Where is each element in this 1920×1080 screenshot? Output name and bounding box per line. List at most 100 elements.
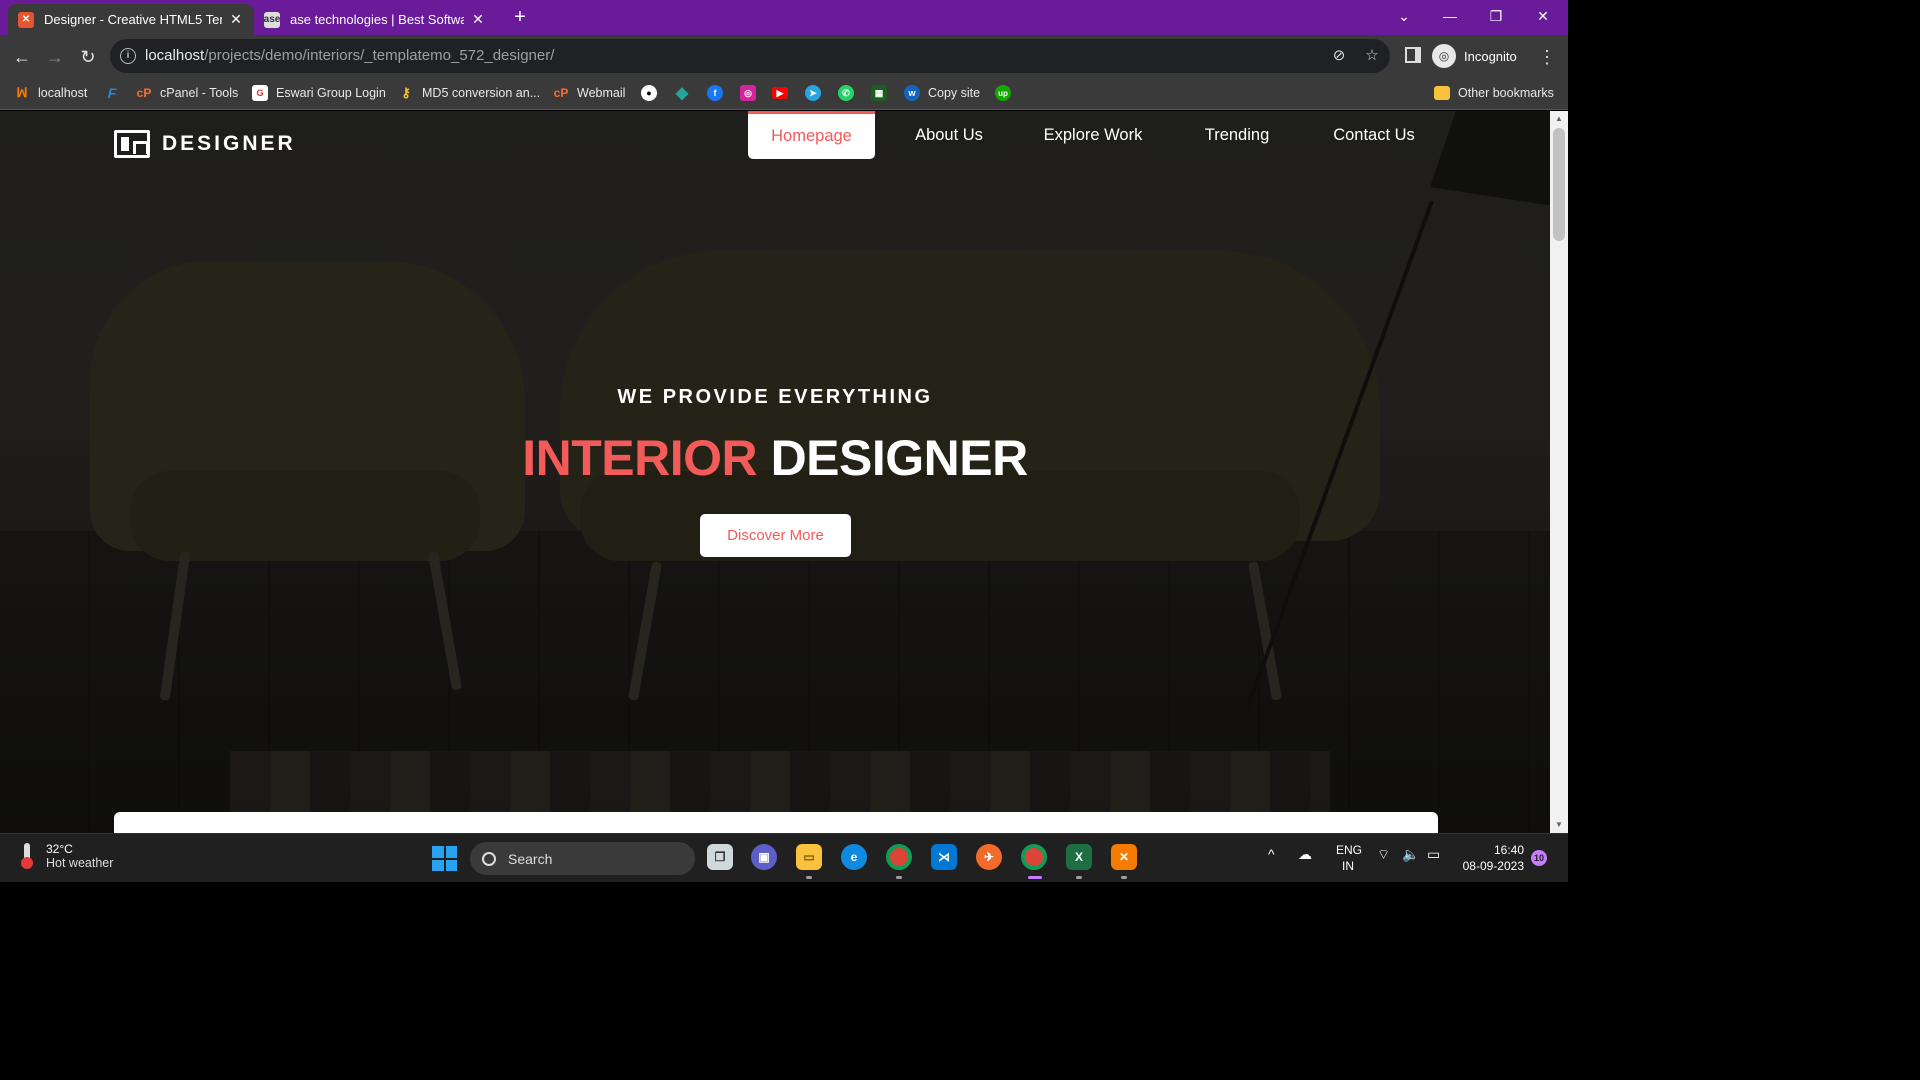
tab-designer[interactable]: ✕ Designer - Creative HTML5 Temp ✕ bbox=[8, 4, 254, 35]
system-clock[interactable]: 16:40 08-09-2023 bbox=[1460, 842, 1524, 874]
side-panel-icon[interactable] bbox=[1405, 47, 1421, 63]
browser-titlebar: ✕ Designer - Creative HTML5 Temp ✕ ase a… bbox=[0, 0, 1568, 35]
language-indicator[interactable]: ENG IN bbox=[1336, 842, 1362, 874]
page-scrollbar[interactable]: ▲ ▼ bbox=[1550, 111, 1568, 833]
forward-button[interactable]: → bbox=[41, 43, 69, 71]
thermometer-icon bbox=[20, 843, 34, 869]
github-icon: ● bbox=[641, 85, 657, 101]
bookmark-sheet[interactable]: ▦ bbox=[871, 83, 887, 103]
minimize-button[interactable]: — bbox=[1427, 0, 1473, 35]
notification-badge[interactable]: 10 bbox=[1531, 850, 1547, 866]
nav-about-us[interactable]: About Us bbox=[898, 111, 1000, 159]
close-window-button[interactable]: ✕ bbox=[1520, 0, 1566, 35]
bookmark-telegram[interactable]: ➤ bbox=[805, 83, 821, 103]
bookmark-copy-site[interactable]: w Copy site bbox=[904, 83, 980, 103]
scroll-up-arrow-icon[interactable]: ▲ bbox=[1550, 111, 1568, 127]
bookmark-localhost[interactable]: ꟽ localhost bbox=[14, 83, 87, 103]
logo-text: DESIGNER bbox=[162, 132, 296, 155]
tab-title: Designer - Creative HTML5 Temp bbox=[44, 12, 222, 27]
nav-explore-work[interactable]: Explore Work bbox=[1030, 111, 1156, 159]
volume-icon[interactable]: 🔈 bbox=[1402, 846, 1419, 863]
onedrive-cloud-icon[interactable]: ☁ bbox=[1298, 846, 1312, 863]
incognito-profile-button[interactable]: ◎ Incognito bbox=[1432, 42, 1517, 70]
nav-contact-us[interactable]: Contact Us bbox=[1318, 111, 1430, 159]
bookmark-label: MD5 conversion an... bbox=[422, 86, 541, 100]
postman-icon[interactable]: ✈ bbox=[976, 844, 1002, 870]
bookmark-f[interactable]: F bbox=[104, 83, 120, 103]
bookmark-star-icon[interactable]: ☆ bbox=[1362, 46, 1382, 66]
bookmark-md5-conversion[interactable]: ⚷ MD5 conversion an... bbox=[398, 83, 540, 103]
bookmark-eswari-group-login[interactable]: G Eswari Group Login bbox=[252, 83, 386, 103]
bookmark-instagram[interactable]: ◎ bbox=[740, 83, 756, 103]
new-tab-button[interactable]: + bbox=[508, 5, 532, 29]
close-tab-icon[interactable]: ✕ bbox=[228, 11, 244, 28]
excel-icon[interactable]: X bbox=[1066, 844, 1092, 870]
xampp-icon[interactable]: ✕ bbox=[1111, 844, 1137, 870]
vscode-icon[interactable]: ⋊ bbox=[931, 844, 957, 870]
weather-widget[interactable]: 32°C Hot weather bbox=[20, 842, 113, 870]
bookmark-upwork[interactable]: up bbox=[995, 83, 1011, 103]
nav-trending[interactable]: Trending bbox=[1190, 111, 1284, 159]
telegram-icon: ➤ bbox=[805, 85, 821, 101]
hero-title-rest: DESIGNER bbox=[770, 430, 1029, 486]
eye-off-icon[interactable]: ⊘ bbox=[1329, 46, 1349, 66]
hero-subtitle: WE PROVIDE EVERYTHING bbox=[617, 386, 933, 408]
close-tab-icon[interactable]: ✕ bbox=[470, 11, 486, 28]
edge-icon[interactable]: e bbox=[841, 844, 867, 870]
site-info-icon[interactable]: i bbox=[120, 48, 136, 64]
site-logo[interactable]: DESIGNER bbox=[114, 130, 296, 158]
discover-more-button[interactable]: Discover More bbox=[700, 514, 851, 557]
hero-title-highlight: INTERIOR bbox=[522, 430, 758, 486]
battery-icon[interactable]: ▭ bbox=[1427, 846, 1440, 863]
bookmark-label: cPanel - Tools bbox=[160, 86, 239, 100]
cpanel-icon: cP bbox=[136, 86, 152, 100]
region-code: IN bbox=[1342, 859, 1354, 873]
taskbar-search[interactable]: Search bbox=[470, 842, 695, 875]
reload-button[interactable]: ↻ bbox=[74, 43, 102, 71]
show-hidden-icons-chevron-icon[interactable]: ^ bbox=[1268, 846, 1275, 862]
bookmark-label: Webmail bbox=[577, 86, 626, 100]
youtube-icon: ▶ bbox=[772, 87, 788, 99]
address-bar[interactable]: i localhost/projects/demo/interiors/_tem… bbox=[110, 39, 1390, 73]
scroll-down-arrow-icon[interactable]: ▼ bbox=[1550, 817, 1568, 833]
key-icon: ⚷ bbox=[401, 85, 411, 100]
file-explorer-icon[interactable]: ▭ bbox=[796, 844, 822, 870]
incognito-label: Incognito bbox=[1464, 48, 1517, 64]
incognito-icon: ◎ bbox=[1432, 44, 1456, 68]
active-indicator bbox=[1028, 876, 1042, 879]
bookmark-whatsapp[interactable]: ✆ bbox=[838, 83, 854, 103]
restore-button[interactable]: ❐ bbox=[1473, 0, 1519, 35]
url-text[interactable]: localhost/projects/demo/interiors/_templ… bbox=[145, 47, 554, 64]
bookmark-diamond[interactable]: ◆ bbox=[674, 83, 690, 103]
search-icon bbox=[482, 851, 496, 866]
search-placeholder: Search bbox=[508, 850, 553, 867]
bookmark-other-bookmarks[interactable]: Other bookmarks bbox=[1434, 83, 1554, 103]
bookmark-webmail[interactable]: cP Webmail bbox=[553, 83, 626, 103]
hero-title: INTERIOR DESIGNER bbox=[0, 429, 1550, 487]
xampp-favicon-icon: ✕ bbox=[18, 11, 34, 28]
bookmark-label: Other bookmarks bbox=[1458, 86, 1554, 100]
bookmark-youtube[interactable]: ▶ bbox=[772, 83, 788, 103]
back-button[interactable]: ← bbox=[8, 43, 36, 71]
bookmark-cpanel-tools[interactable]: cP cPanel - Tools bbox=[136, 83, 239, 103]
bookmark-github[interactable]: ● bbox=[641, 83, 657, 103]
w-icon: w bbox=[904, 85, 920, 101]
running-indicator bbox=[1121, 876, 1127, 879]
nav-homepage[interactable]: Homepage bbox=[748, 111, 875, 159]
tab-search-chevron-icon[interactable]: ⌄ bbox=[1381, 0, 1427, 35]
browser-menu-icon[interactable]: ⋮ bbox=[1538, 43, 1556, 71]
windows-start-icon[interactable] bbox=[432, 846, 457, 871]
page-viewport: DESIGNER Homepage About Us Explore Work … bbox=[0, 111, 1550, 833]
chrome-icon[interactable] bbox=[886, 844, 912, 870]
ase-favicon-icon: ase bbox=[264, 11, 280, 28]
f-icon: F bbox=[107, 85, 117, 101]
bookmark-facebook[interactable]: f bbox=[707, 83, 723, 103]
scrollbar-thumb[interactable] bbox=[1553, 128, 1565, 241]
chrome-incognito-icon[interactable] bbox=[1021, 844, 1047, 870]
weather-temperature: 32°C bbox=[46, 842, 73, 856]
wifi-icon[interactable]: ⌔ bbox=[1377, 846, 1390, 864]
teams-chat-icon[interactable]: ▣ bbox=[751, 844, 777, 870]
task-view-icon[interactable]: ❐ bbox=[707, 844, 733, 870]
browser-toolbar: ← → ↻ i localhost/projects/demo/interior… bbox=[0, 35, 1568, 77]
tab-ase-technologies[interactable]: ase ase technologies | Best Software ✕ bbox=[254, 4, 496, 35]
